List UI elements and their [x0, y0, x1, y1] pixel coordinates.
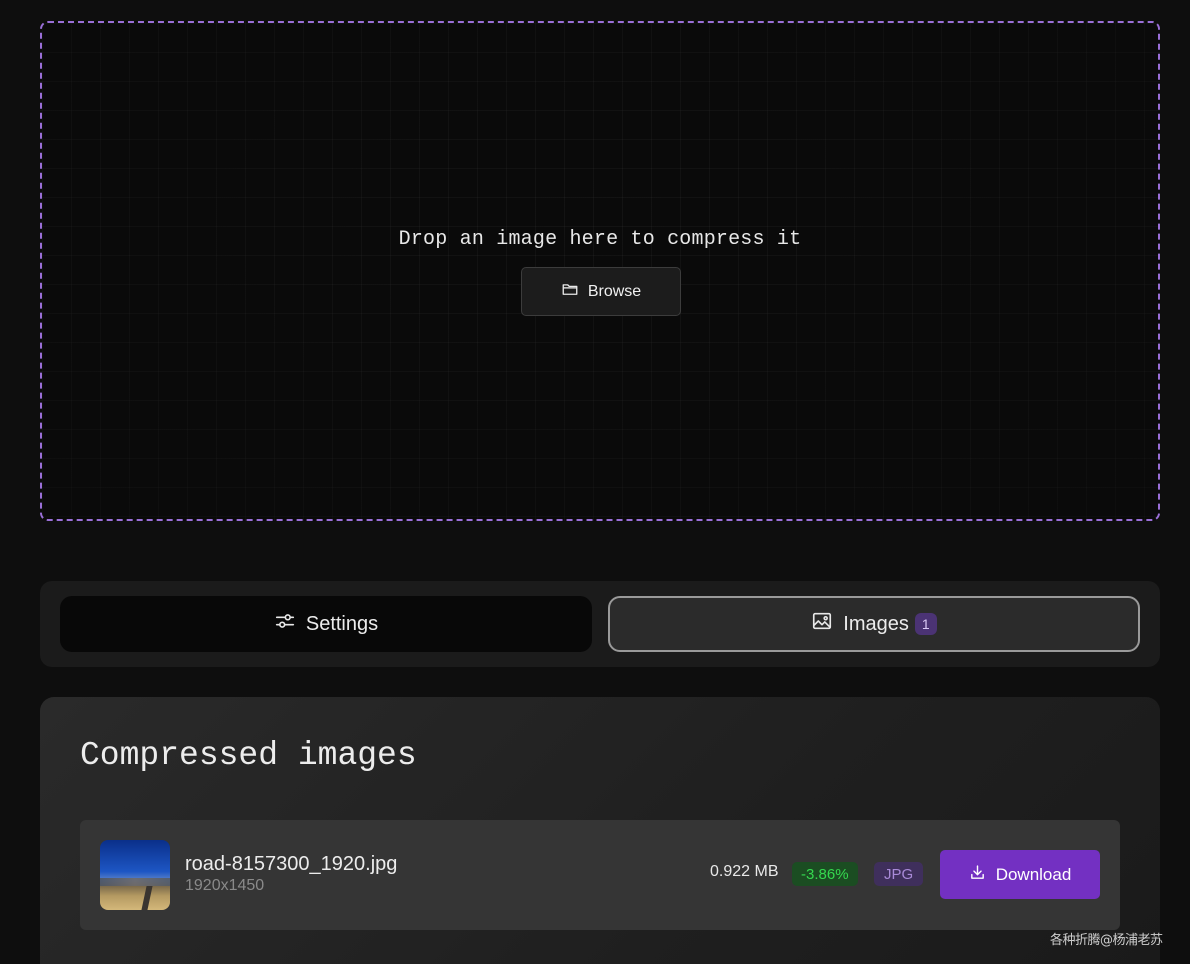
image-dimensions: 1920x1450 — [185, 877, 265, 894]
file-size: 0.922 MB — [710, 863, 779, 880]
folder-icon — [561, 280, 579, 303]
view-tabs: Settings Images 1 — [40, 581, 1160, 667]
image-thumbnail — [100, 840, 170, 910]
tab-settings-label: Settings — [305, 612, 379, 635]
download-icon — [969, 864, 986, 886]
tab-settings[interactable]: Settings — [60, 596, 592, 652]
panel-title: Compressed images — [80, 737, 417, 774]
image-dropzone[interactable]: Drop an image here to compress it Browse — [40, 21, 1160, 521]
file-name: road-8157300_1920.jpg — [185, 853, 398, 875]
watermark: 各种折腾@杨浦老苏 — [1050, 933, 1163, 948]
tab-images[interactable]: Images 1 — [608, 596, 1140, 652]
sliders-icon — [274, 610, 296, 638]
size-change-badge: -3.86% — [792, 862, 858, 886]
image-icon — [811, 610, 833, 638]
format-badge: JPG — [874, 862, 924, 886]
browse-button[interactable]: Browse — [521, 267, 681, 316]
list-item: road-8157300_1920.jpg 1920x1450 0.922 MB… — [80, 820, 1120, 930]
download-label: Download — [995, 864, 1072, 884]
tab-images-label: Images — [843, 612, 909, 635]
download-button[interactable]: Download — [940, 850, 1100, 899]
browse-label: Browse — [587, 282, 642, 300]
dropzone-prompt: Drop an image here to compress it — [398, 228, 802, 251]
images-count-badge: 1 — [914, 613, 937, 635]
compressed-images-panel: Compressed images road-8157300_1920.jpg … — [40, 697, 1160, 964]
